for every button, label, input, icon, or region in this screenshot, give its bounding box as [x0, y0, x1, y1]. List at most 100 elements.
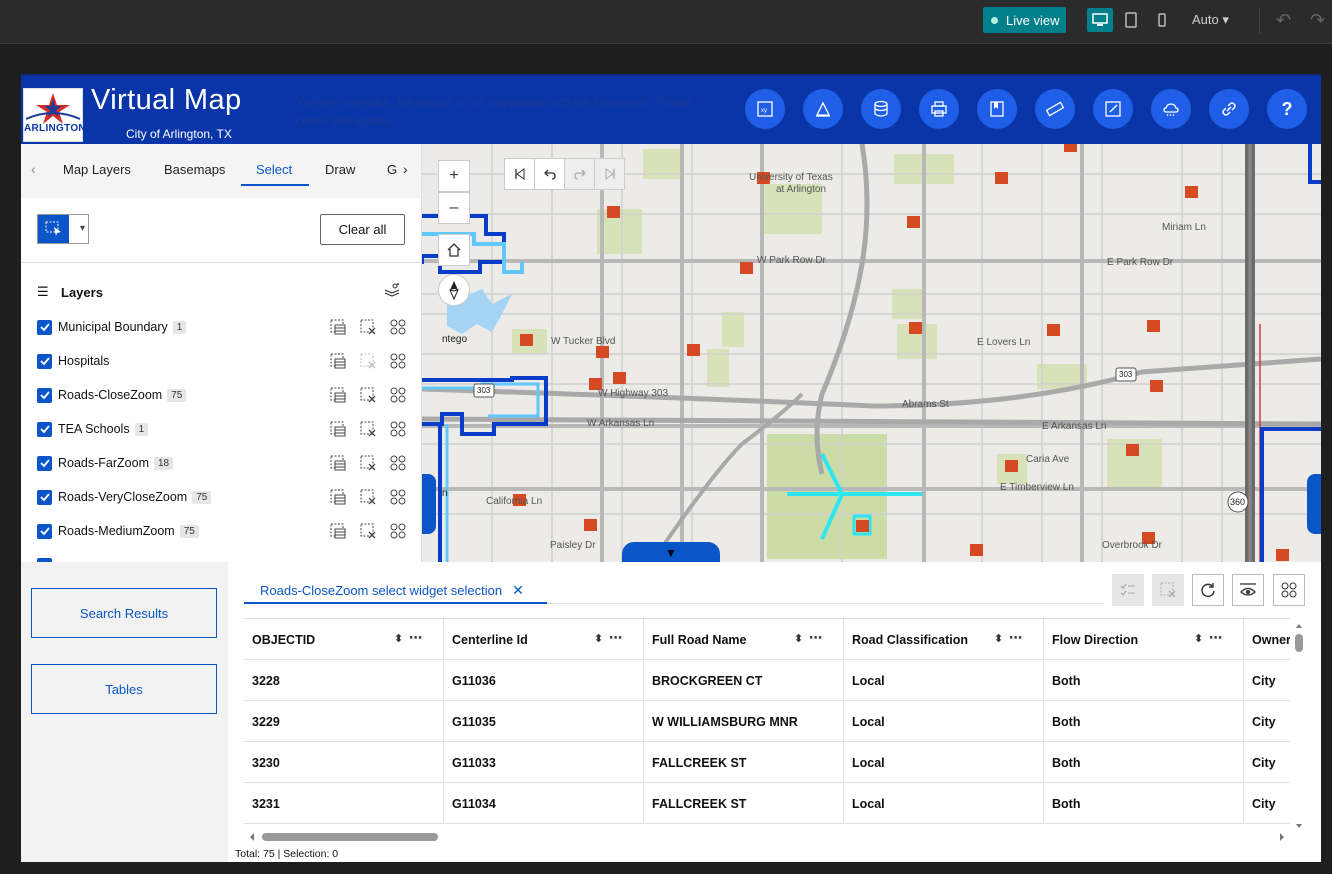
more-options-icon[interactable] [389, 420, 407, 438]
zoom-in-button[interactable]: + [438, 160, 470, 192]
column-menu-icon[interactable]: ⋯ [409, 630, 423, 646]
bookmark-button[interactable] [977, 89, 1017, 129]
column-header[interactable]: Flow Direction ⬍ ⋯ [1044, 619, 1244, 660]
more-options-icon[interactable] [389, 386, 407, 404]
column-header[interactable]: Centerline Id ⬍ ⋯ [444, 619, 644, 660]
column-menu-icon[interactable]: ⋯ [609, 630, 623, 646]
layer-checkbox[interactable] [37, 421, 52, 437]
horizontal-scrollbar[interactable] [244, 830, 1290, 844]
table-row[interactable]: 3229 G11035 W WILLIAMSBURG MNR Local Bot… [244, 701, 1290, 742]
redo-icon[interactable]: ↷ [1310, 10, 1325, 31]
previous-extent-button[interactable] [534, 158, 565, 190]
live-view-button[interactable]: Live view [983, 7, 1066, 33]
map-label: Miriam Ln [1162, 222, 1206, 233]
more-options-icon[interactable] [389, 318, 407, 336]
tab-draw[interactable]: Draw [325, 162, 355, 177]
collapse-bottom-panel-button[interactable]: ▼ [622, 542, 720, 562]
expand-right-panel-button[interactable] [1307, 474, 1321, 534]
zoom-out-button[interactable]: – [438, 192, 470, 224]
show-in-table-icon[interactable] [329, 318, 347, 336]
column-header[interactable]: OBJECTID ⬍ ⋯ [244, 619, 444, 660]
geocode-button[interactable] [803, 89, 843, 129]
vertical-scrollbar[interactable] [1294, 622, 1304, 832]
show-in-table-icon[interactable] [329, 454, 347, 472]
layer-checkbox[interactable] [37, 523, 52, 539]
print-button[interactable] [919, 89, 959, 129]
first-extent-button[interactable] [504, 158, 535, 190]
search-results-button[interactable]: Search Results [31, 588, 217, 638]
chevron-down-icon: ▾ [1222, 12, 1229, 27]
refresh-button[interactable] [1192, 574, 1224, 606]
edit-button[interactable] [1093, 89, 1133, 129]
show-in-table-icon[interactable] [329, 420, 347, 438]
arlington-logo: ARLINGTON [23, 88, 86, 142]
clear-all-button[interactable]: Clear all [320, 214, 405, 245]
clear-selection-icon[interactable] [359, 522, 377, 540]
map-view[interactable]: University of Texas at Arlington W Park … [422, 144, 1321, 562]
tab-g[interactable]: G [387, 162, 397, 177]
layer-checkbox[interactable] [37, 353, 52, 369]
auto-select[interactable]: Auto ▾ [1192, 12, 1229, 28]
sort-icon[interactable]: ⬍ [994, 632, 1003, 645]
column-header[interactable]: Road Classification ⬍ ⋯ [844, 619, 1044, 660]
clear-selection-icon[interactable] [359, 386, 377, 404]
column-menu-icon[interactable]: ⋯ [1209, 630, 1223, 646]
layer-checkbox[interactable] [37, 387, 52, 403]
tab-select[interactable]: Select [256, 162, 292, 177]
database-button[interactable] [861, 89, 901, 129]
link-button[interactable] [1209, 89, 1249, 129]
close-icon[interactable]: ✕ [512, 582, 524, 599]
undo-icon[interactable]: ↶ [1276, 10, 1291, 31]
tab-basemaps[interactable]: Basemaps [164, 162, 225, 177]
table-row[interactable]: 3231 G11034 FALLCREEK ST Local Both City [244, 783, 1290, 824]
layer-checkbox[interactable] [37, 319, 52, 335]
show-in-table-icon[interactable] [329, 522, 347, 540]
clear-selection-icon[interactable] [359, 420, 377, 438]
tables-button[interactable]: Tables [31, 664, 217, 714]
column-menu-icon[interactable]: ⋯ [1009, 630, 1023, 646]
phone-view-button[interactable] [1149, 8, 1175, 32]
measure-button[interactable] [1035, 89, 1075, 129]
home-button[interactable] [438, 234, 470, 266]
more-options-icon[interactable] [389, 352, 407, 370]
sort-icon[interactable]: ⬍ [594, 632, 603, 645]
layers-options-button[interactable] [383, 282, 401, 303]
table-cell: Both [1044, 660, 1244, 701]
help-button[interactable]: ? [1267, 89, 1307, 129]
clear-selection-icon[interactable] [359, 488, 377, 506]
table-row[interactable]: 3230 G11033 FALLCREEK ST Local Both City [244, 742, 1290, 783]
tab-map-layers[interactable]: Map Layers [63, 162, 131, 177]
layer-checkbox[interactable] [37, 455, 52, 471]
column-header[interactable]: Owner [1244, 619, 1290, 660]
column-header[interactable]: Full Road Name ⬍ ⋯ [644, 619, 844, 660]
more-options-icon[interactable] [389, 522, 407, 540]
coordinates-button[interactable]: xy [745, 89, 785, 129]
tablet-view-button[interactable] [1118, 8, 1144, 32]
clear-selection-icon [1160, 582, 1176, 598]
column-menu-icon[interactable]: ⋯ [809, 630, 823, 646]
show-in-table-icon[interactable] [329, 352, 347, 370]
show-in-table-icon[interactable] [329, 386, 347, 404]
table-cell: 3229 [244, 701, 444, 742]
clear-selection-icon[interactable] [359, 318, 377, 336]
sort-icon[interactable]: ⬍ [1194, 632, 1203, 645]
table-options-button[interactable] [1273, 574, 1305, 606]
sort-icon[interactable]: ⬍ [394, 632, 403, 645]
layer-checkbox[interactable] [37, 489, 52, 505]
compass-button[interactable] [438, 274, 470, 306]
selection-tool-dropdown[interactable]: ▾ [37, 214, 89, 244]
expand-left-panel-button[interactable] [422, 474, 436, 534]
tabs-prev-icon[interactable]: ‹ [31, 161, 36, 177]
show-in-table-icon[interactable] [329, 488, 347, 506]
tab-selection-table[interactable]: Roads-CloseZoom select widget selection … [244, 576, 524, 604]
desktop-view-button[interactable] [1087, 8, 1113, 32]
filter-visibility-button[interactable] [1232, 574, 1264, 606]
more-options-icon[interactable] [389, 488, 407, 506]
sort-icon[interactable]: ⬍ [794, 632, 803, 645]
weather-button[interactable] [1151, 89, 1191, 129]
more-options-icon[interactable] [389, 454, 407, 472]
layer-count: 18 [154, 456, 174, 470]
table-row[interactable]: 3228 G11036 BROCKGREEN CT Local Both Cit… [244, 660, 1290, 701]
tabs-next-icon[interactable]: › [403, 161, 408, 177]
clear-selection-icon[interactable] [359, 454, 377, 472]
